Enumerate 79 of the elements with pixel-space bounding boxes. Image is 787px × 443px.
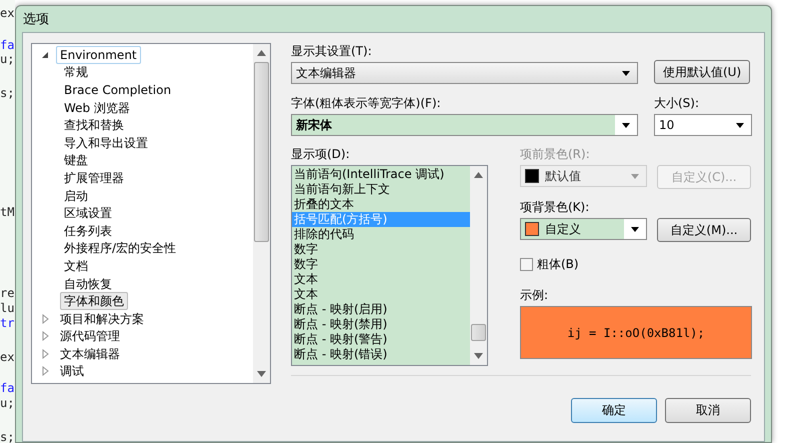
list-item[interactable]: 折叠的文本 bbox=[292, 197, 470, 212]
scroll-up-icon[interactable] bbox=[257, 50, 266, 56]
list-item[interactable]: 当前语句(IntelliTrace 调试) bbox=[292, 167, 470, 182]
scroll-thumb[interactable] bbox=[254, 62, 269, 242]
field-label: 项背景色(K): bbox=[520, 199, 590, 215]
collapsed-triangle-icon[interactable] bbox=[40, 331, 50, 342]
list-item[interactable]: 断点 - 映射(错误) bbox=[292, 347, 470, 362]
custom-color-button[interactable]: 自定义(M)... bbox=[657, 218, 751, 242]
font-dropdown[interactable]: 新宋体 bbox=[291, 114, 638, 136]
tree-item[interactable]: 自动恢复 bbox=[60, 274, 116, 293]
collapsed-triangle-icon[interactable] bbox=[40, 366, 50, 376]
code-text: u; bbox=[0, 52, 14, 66]
code-text: ex bbox=[0, 350, 14, 364]
tree-item[interactable]: Brace Completion bbox=[60, 80, 176, 99]
field-label: 大小(S): bbox=[654, 95, 700, 111]
field-label: 项前景色(R): bbox=[520, 146, 591, 162]
list-item[interactable]: 数字 bbox=[292, 257, 470, 272]
show-settings-dropdown[interactable]: 文本编辑器 bbox=[291, 62, 638, 84]
size-dropdown[interactable]: 10 bbox=[654, 114, 752, 136]
list-item[interactable]: 文本 bbox=[292, 272, 470, 287]
code-text: ex bbox=[0, 6, 14, 20]
code-text: s; bbox=[0, 86, 14, 100]
code-text: u; bbox=[0, 396, 14, 410]
scrollbar[interactable] bbox=[470, 166, 487, 365]
tree-item[interactable]: 启动 bbox=[60, 186, 92, 205]
list-item[interactable]: 排除的代码 bbox=[292, 227, 470, 242]
tree-item[interactable]: 文本编辑器 bbox=[56, 344, 124, 363]
cancel-button[interactable]: 取消 bbox=[665, 398, 751, 423]
ok-button[interactable]: 确定 bbox=[571, 398, 657, 423]
dropdown-arrow-icon[interactable] bbox=[631, 226, 639, 232]
scroll-down-icon[interactable] bbox=[474, 353, 483, 359]
code-text: lu bbox=[0, 301, 14, 315]
checkbox-label: 粗体(B) bbox=[537, 256, 579, 273]
list-item[interactable]: 数字 bbox=[292, 242, 470, 257]
tree-item[interactable]: 常规 bbox=[60, 63, 92, 82]
tree-item[interactable]: 源代码管理 bbox=[56, 327, 124, 346]
bold-checkbox[interactable] bbox=[520, 258, 533, 271]
window-title: 选项 bbox=[23, 11, 49, 28]
background-color-dropdown[interactable]: 自定义 bbox=[520, 218, 647, 240]
dropdown-arrow-icon[interactable] bbox=[622, 122, 630, 128]
list-item[interactable]: 断点 - 映射(警告) bbox=[292, 332, 470, 347]
scroll-down-icon[interactable] bbox=[257, 371, 266, 377]
list-item[interactable]: 断点 - 映射(启用) bbox=[292, 302, 470, 317]
tree-item[interactable]: 外接程序/宏的安全性 bbox=[60, 239, 180, 258]
list-item[interactable]: 文本 bbox=[292, 287, 470, 302]
tree-item[interactable]: 字体和颜色 bbox=[60, 292, 128, 310]
tree-item[interactable]: 项目和解决方案 bbox=[56, 310, 148, 328]
collapsed-triangle-icon[interactable] bbox=[40, 314, 50, 324]
code-text: tM bbox=[0, 205, 14, 219]
tree-item[interactable]: Environment bbox=[56, 46, 141, 64]
tree-item[interactable]: 查找和替换 bbox=[60, 116, 128, 134]
tree-item[interactable]: 扩展管理器 bbox=[60, 168, 128, 187]
tree-item[interactable]: 文档 bbox=[60, 256, 92, 275]
code-text: tr bbox=[0, 316, 14, 330]
field-label: 字体(粗体表示等宽字体)(F): bbox=[291, 95, 442, 111]
tree-item[interactable]: 导入和导出设置 bbox=[60, 134, 152, 152]
scroll-thumb[interactable] bbox=[471, 324, 486, 341]
field-label: 显示项(D): bbox=[291, 146, 351, 162]
list-item[interactable]: 断点 - 映射(禁用) bbox=[292, 317, 470, 332]
list-item[interactable]: 当前语句新上下文 bbox=[292, 182, 470, 197]
field-label: 示例: bbox=[520, 287, 550, 303]
collapsed-triangle-icon[interactable] bbox=[40, 348, 50, 359]
use-defaults-button[interactable]: 使用默认值(U) bbox=[654, 60, 750, 84]
scroll-up-icon[interactable] bbox=[474, 172, 483, 178]
code-text: fa bbox=[0, 381, 14, 395]
scrollbar[interactable] bbox=[253, 44, 270, 383]
dropdown-arrow-icon[interactable] bbox=[622, 70, 630, 76]
dropdown-arrow-icon[interactable] bbox=[736, 122, 744, 128]
sample-text: ij = I::oO(0xB81l); bbox=[567, 326, 705, 340]
expanded-triangle-icon[interactable] bbox=[40, 50, 50, 60]
tree-item[interactable]: 区域设置 bbox=[60, 204, 116, 222]
code-text: s; bbox=[0, 430, 14, 443]
tree-item[interactable]: 任务列表 bbox=[60, 222, 116, 240]
tree-item[interactable]: Web 浏览器 bbox=[60, 98, 134, 117]
tree-item[interactable]: 键盘 bbox=[60, 151, 92, 170]
tree-item[interactable]: 调试 bbox=[56, 362, 88, 380]
code-text: fa bbox=[0, 38, 14, 52]
code-text: re bbox=[0, 286, 14, 300]
field-label: 显示其设置(T): bbox=[291, 43, 373, 59]
